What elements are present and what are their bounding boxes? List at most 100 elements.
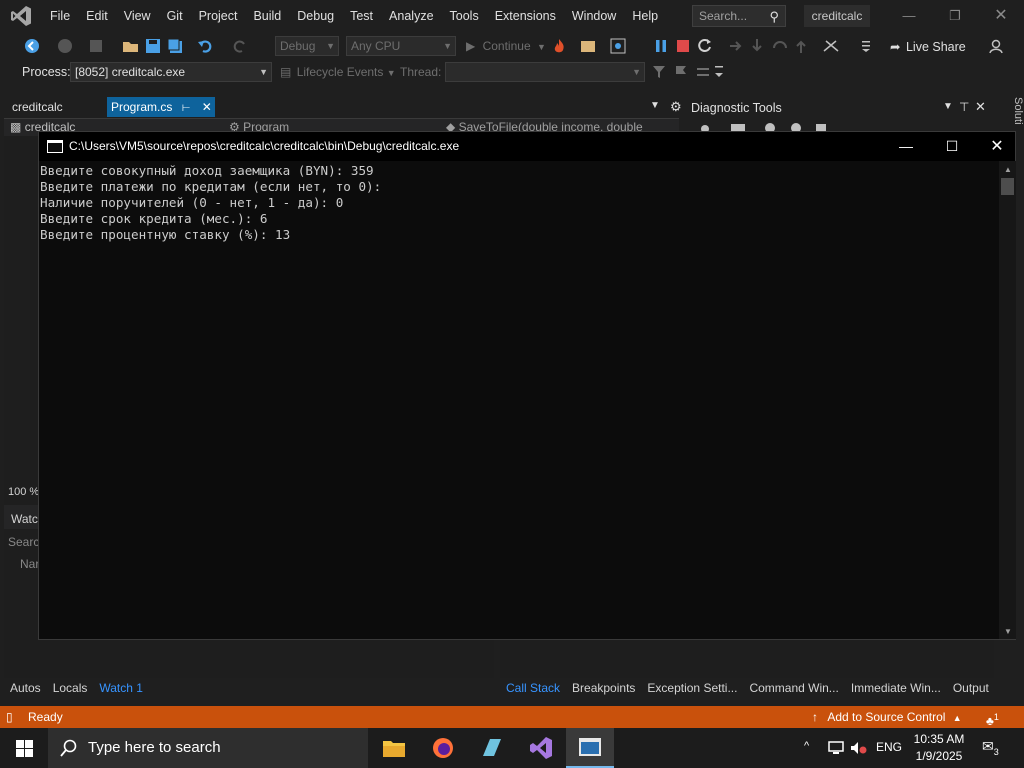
panel-options-icon[interactable]: ▼ xyxy=(943,101,953,112)
close-icon[interactable]: ✕ xyxy=(978,0,1024,32)
new-project-icon[interactable] xyxy=(88,38,104,54)
firefox-icon[interactable] xyxy=(419,728,467,768)
taskbar-search-placeholder: Type here to search xyxy=(88,739,221,756)
step-out-icon[interactable] xyxy=(794,38,808,54)
solution-configuration-select[interactable]: Debug ▼ xyxy=(275,36,339,56)
input-language[interactable]: ENG xyxy=(876,740,902,754)
console-minimize-icon[interactable]: — xyxy=(891,132,921,161)
tab-call-stack[interactable]: Call Stack xyxy=(500,678,566,698)
save-all-icon[interactable] xyxy=(167,38,183,54)
filter-icon[interactable] xyxy=(652,65,666,79)
stop-icon[interactable] xyxy=(677,40,689,52)
pause-icon[interactable] xyxy=(654,39,668,53)
settings-gear-icon[interactable]: ⚙ xyxy=(670,99,682,115)
project-tab[interactable]: creditcalc xyxy=(8,97,63,117)
continue-button[interactable]: ▶ Continue ▼ xyxy=(466,38,546,55)
console-maximize-icon[interactable]: ☐ xyxy=(937,132,967,161)
undo-icon[interactable] xyxy=(197,38,213,54)
menu-help[interactable]: Help xyxy=(624,0,666,32)
back-icon[interactable] xyxy=(24,38,40,54)
process-value: [8052] creditcalc.exe xyxy=(75,65,186,79)
zoom-level[interactable]: 100 % xyxy=(8,486,39,498)
source-control-button[interactable]: ↑ Add to Source Control ▲ xyxy=(812,706,962,729)
console-title-bar[interactable]: C:\Users\VM5\source\repos\creditcalc\cre… xyxy=(39,132,1015,161)
process-toolbar-overflow-icon[interactable] xyxy=(714,64,724,80)
tab-exception-settings[interactable]: Exception Setti... xyxy=(641,678,743,698)
menu-test[interactable]: Test xyxy=(342,0,381,32)
menu-project[interactable]: Project xyxy=(191,0,246,32)
scroll-up-icon[interactable]: ▲ xyxy=(1004,165,1012,174)
show-threads-icon[interactable] xyxy=(696,65,710,79)
menu-edit[interactable]: Edit xyxy=(78,0,116,32)
console-scrollbar[interactable]: ▲ ▼ xyxy=(999,161,1016,639)
solution-platform-select[interactable]: Any CPU ▼ xyxy=(346,36,456,56)
toolbar-overflow-icon[interactable] xyxy=(860,38,872,54)
tab-close-icon[interactable]: ✕ xyxy=(202,100,212,114)
diagnostics-icon[interactable] xyxy=(610,38,626,54)
live-share-button[interactable]: ➦ Live Share xyxy=(890,37,966,57)
menu-git[interactable]: Git xyxy=(159,0,191,32)
restore-icon[interactable]: ❐ xyxy=(932,0,978,32)
show-hidden-icons[interactable]: ^ xyxy=(804,740,809,752)
console-scroll-thumb[interactable] xyxy=(1001,178,1014,195)
open-folder-icon[interactable] xyxy=(122,38,140,54)
network-icon[interactable] xyxy=(828,741,844,755)
taskbar-search-icon xyxy=(60,739,77,757)
feedback-icon[interactable] xyxy=(988,38,1004,54)
breakpoints-toolbar-icon[interactable] xyxy=(822,38,840,54)
menu-build[interactable]: Build xyxy=(245,0,289,32)
menu-debug[interactable]: Debug xyxy=(289,0,342,32)
tab-list-dropdown-icon[interactable]: ▼ xyxy=(650,100,660,111)
menu-window[interactable]: Window xyxy=(564,0,624,32)
windows-start-icon[interactable] xyxy=(16,740,33,757)
thread-select[interactable]: ▼ xyxy=(445,62,645,82)
menu-tools[interactable]: Tools xyxy=(442,0,487,32)
tab-command-window[interactable]: Command Win... xyxy=(743,678,844,698)
visual-studio-logo-icon[interactable] xyxy=(0,0,42,32)
tab-autos[interactable]: Autos xyxy=(4,678,47,698)
process-explorer-icon[interactable] xyxy=(580,38,596,54)
flag-thread-icon[interactable] xyxy=(674,65,688,79)
hot-reload-icon[interactable] xyxy=(552,38,566,54)
tab-output[interactable]: Output xyxy=(947,678,995,698)
console-window[interactable]: C:\Users\VM5\source\repos\creditcalc\cre… xyxy=(38,131,1016,640)
console-app-taskbar-icon[interactable] xyxy=(566,728,614,768)
step-over-icon[interactable] xyxy=(772,38,788,54)
watch-search-input[interactable]: Searc xyxy=(8,535,39,549)
pin-icon[interactable]: ⊢ xyxy=(182,103,191,114)
action-center-icon[interactable]: ✉3 xyxy=(982,738,999,757)
forward-icon[interactable] xyxy=(57,38,73,54)
tab-watch-1[interactable]: Watch 1 xyxy=(93,678,149,698)
save-icon[interactable] xyxy=(145,38,161,54)
menu-extensions[interactable]: Extensions xyxy=(487,0,564,32)
minimize-icon[interactable]: — xyxy=(886,0,932,32)
redo-icon[interactable] xyxy=(232,38,248,54)
panel-pin-icon[interactable]: ⊤ xyxy=(959,100,969,114)
visual-studio-taskbar-icon[interactable] xyxy=(517,728,565,768)
tab-breakpoints[interactable]: Breakpoints xyxy=(566,678,641,698)
console-output[interactable]: Введите совокупный доход заемщика (BYN):… xyxy=(40,161,998,639)
taskbar-search-box[interactable]: Type here to search xyxy=(48,728,368,768)
volume-muted-icon[interactable] xyxy=(850,741,868,755)
restart-icon[interactable] xyxy=(697,38,713,54)
step-into-icon[interactable] xyxy=(750,38,764,54)
menu-view[interactable]: View xyxy=(116,0,159,32)
process-select[interactable]: [8052] creditcalc.exe ▼ xyxy=(70,62,272,82)
console-close-icon[interactable]: ✕ xyxy=(982,132,1012,161)
document-tab-row xyxy=(0,97,685,117)
clock-date: 1/9/2025 xyxy=(915,749,963,763)
tab-locals[interactable]: Locals xyxy=(47,678,94,698)
file-explorer-icon[interactable] xyxy=(370,728,418,768)
panel-close-icon[interactable]: ✕ xyxy=(975,99,986,115)
menu-file[interactable]: File xyxy=(42,0,78,32)
lifecycle-events-button[interactable]: ▤ Lifecycle Events ▼ xyxy=(280,65,396,79)
tab-program-cs[interactable]: Program.cs ⊢ ✕ xyxy=(107,97,215,117)
search-input[interactable]: Search... ⚲ xyxy=(692,5,786,27)
tab-immediate-window[interactable]: Immediate Win... xyxy=(845,678,947,698)
show-next-statement-icon[interactable] xyxy=(728,38,744,54)
scroll-down-icon[interactable]: ▼ xyxy=(1004,627,1012,636)
console-title: C:\Users\VM5\source\repos\creditcalc\cre… xyxy=(69,139,460,153)
system-clock[interactable]: 10:35 AM 1/9/2025 xyxy=(910,731,968,765)
menu-analyze[interactable]: Analyze xyxy=(381,0,441,32)
notepad-app-icon[interactable] xyxy=(468,728,516,768)
